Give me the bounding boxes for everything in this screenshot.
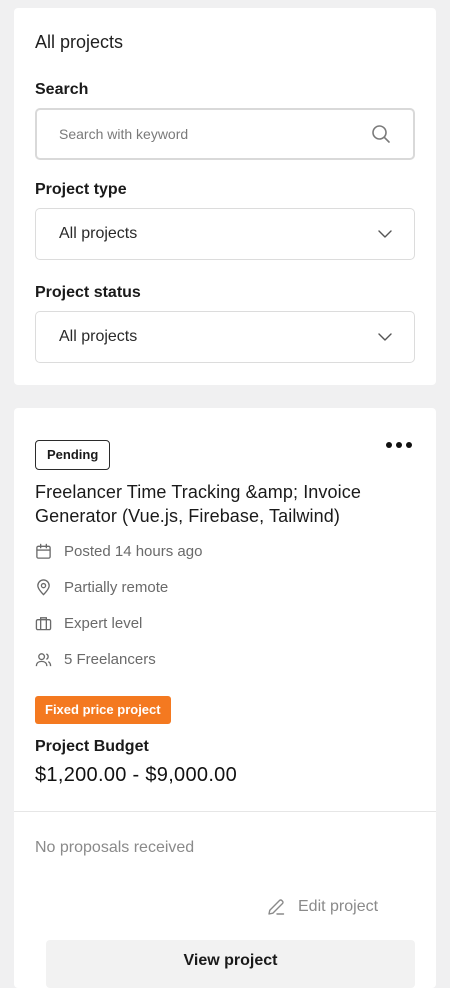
- proposals-status: No proposals received: [35, 839, 195, 856]
- edit-pencil-icon: [268, 899, 285, 915]
- level-text: Expert level: [64, 614, 143, 632]
- search-input[interactable]: Search with keyword: [35, 108, 415, 160]
- location-text: Partially remote: [64, 578, 169, 596]
- meta-posted: Posted 14 hours ago: [35, 541, 202, 561]
- more-options-icon[interactable]: [386, 442, 412, 448]
- project-status-value: All projects: [59, 328, 138, 345]
- edit-project-button[interactable]: Edit project: [266, 897, 378, 917]
- project-type-select[interactable]: All projects: [35, 208, 415, 260]
- view-project-button[interactable]: View project: [46, 940, 415, 988]
- posted-text: Posted 14 hours ago: [64, 542, 203, 560]
- meta-freelancers: 5 Freelancers: [35, 649, 156, 669]
- filters-panel: All projects Search Search with keyword …: [14, 8, 436, 385]
- search-label: Search: [35, 81, 89, 98]
- filters-title: All projects: [35, 32, 124, 52]
- project-card: Pending Freelancer Time Tracking &amp; I…: [14, 408, 436, 988]
- project-type-value: All projects: [59, 225, 138, 242]
- briefcase-icon: [35, 616, 52, 630]
- project-status-label: Project status: [35, 284, 141, 301]
- project-title[interactable]: Freelancer Time Tracking &amp; Invoice G…: [35, 480, 425, 528]
- price-type-badge: Fixed price project: [35, 696, 171, 724]
- divider: [14, 811, 436, 812]
- search-placeholder: Search with keyword: [59, 126, 189, 142]
- chevron-down-icon: [378, 333, 392, 341]
- search-icon[interactable]: [371, 124, 391, 144]
- status-badge: Pending: [35, 440, 111, 470]
- users-icon: [35, 652, 52, 666]
- project-status-select[interactable]: All projects: [35, 311, 415, 363]
- calendar-icon: [36, 543, 51, 559]
- location-pin-icon: [37, 578, 50, 595]
- meta-level: Expert level: [35, 613, 142, 633]
- chevron-down-icon: [378, 230, 392, 238]
- budget-label: Project Budget: [35, 738, 149, 755]
- edit-project-label: Edit project: [298, 898, 379, 915]
- project-type-label: Project type: [35, 181, 127, 198]
- freelancers-text: 5 Freelancers: [64, 650, 156, 668]
- budget-value: $1,200.00 - $9,000.00: [35, 764, 238, 786]
- meta-location: Partially remote: [35, 577, 168, 597]
